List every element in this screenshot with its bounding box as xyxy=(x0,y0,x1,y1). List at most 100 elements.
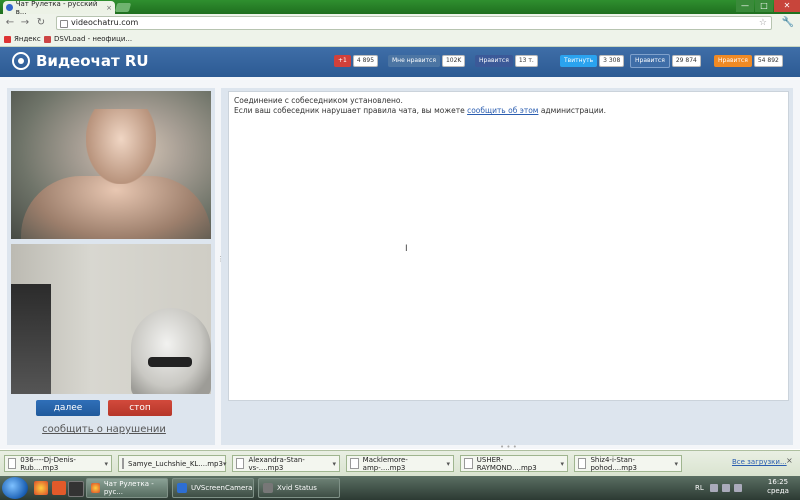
chrome-pinned-icon[interactable] xyxy=(34,481,48,495)
downloads-bar: 036----Dj-Denis-Rub....mp3 ▾ Samye_Luchsh… xyxy=(0,450,800,477)
back-arrow-icon[interactable]: ← xyxy=(4,17,16,29)
dropdown-arrow-icon[interactable]: ▾ xyxy=(104,460,108,468)
media-pinned-icon[interactable] xyxy=(52,481,66,495)
share-odnoklassniki[interactable]: Нравится 54 892 xyxy=(714,55,783,67)
volume-icon[interactable] xyxy=(733,484,742,492)
dropdown-arrow-icon[interactable]: ▾ xyxy=(674,460,678,468)
url-text: videochatru.com xyxy=(71,18,139,27)
stop-button[interactable]: стоп xyxy=(108,400,172,416)
file-icon xyxy=(122,458,124,469)
clock-time: 16:25 xyxy=(767,478,789,486)
rules-text: Если ваш собеседник нарушает правила чат… xyxy=(234,106,468,115)
download-item[interactable]: USHER-RAYMOND....mp3 ▾ xyxy=(460,455,568,472)
close-downloads-icon[interactable]: × xyxy=(786,456,793,465)
address-bar[interactable]: videochatru.com ☆ xyxy=(56,16,772,30)
new-tab-button[interactable] xyxy=(114,3,132,12)
close-window-button[interactable]: ✕ xyxy=(774,0,800,12)
dropdown-arrow-icon[interactable]: ▾ xyxy=(223,460,227,468)
taskbar: Чат Рулетка - рус... UVScreenCamera Xvid… xyxy=(0,476,800,500)
download-item[interactable]: 036----Dj-Denis-Rub....mp3 ▾ xyxy=(4,455,112,472)
reload-icon[interactable]: ↻ xyxy=(35,17,47,29)
text-cursor-icon: I xyxy=(405,244,408,254)
share-mailru[interactable]: Нравится 29 874 xyxy=(630,54,701,68)
dropdown-arrow-icon[interactable]: ▾ xyxy=(332,460,336,468)
forward-arrow-icon[interactable]: → xyxy=(19,17,31,29)
panel-splitter-icon[interactable]: ⋮ xyxy=(217,256,224,269)
share-label: Нравится xyxy=(630,54,670,68)
wrench-menu-icon[interactable]: 🔧 xyxy=(782,17,794,28)
download-name: USHER-RAYMOND....mp3 xyxy=(476,455,537,472)
taskbar-task-browser[interactable]: Чат Рулетка - рус... xyxy=(86,478,168,498)
report-admin-link[interactable]: сообщить об этом xyxy=(467,106,538,115)
file-icon xyxy=(464,458,473,469)
dropdown-arrow-icon[interactable]: ▾ xyxy=(560,460,564,468)
bookmark-label: Яндекс xyxy=(14,35,41,43)
logo-icon xyxy=(12,52,30,70)
bookmark-label: DSVLoad - неофици... xyxy=(54,35,133,43)
app-pinned-icon[interactable] xyxy=(68,481,84,497)
xvid-icon xyxy=(263,483,273,493)
download-item[interactable]: Alexandra-Stan-vs-....mp3 ▾ xyxy=(232,455,340,472)
language-indicator[interactable]: RL xyxy=(695,484,704,492)
share-label: Нравится xyxy=(714,55,752,67)
share-label: +1 xyxy=(334,55,351,67)
chat-panel: Соединение с собеседником установлено. Е… xyxy=(221,88,793,480)
next-button[interactable]: далее xyxy=(36,400,100,416)
start-button[interactable] xyxy=(2,477,28,499)
browser-tab[interactable]: Чат Рулетка - русский в... × xyxy=(3,0,115,16)
partner-video xyxy=(11,91,211,239)
share-label: Твитнуть xyxy=(560,55,598,67)
chat-message-connected: Соединение с собеседником установлено. xyxy=(234,96,403,105)
logo-text: Видеочат RU xyxy=(36,52,149,70)
minimize-button[interactable]: — xyxy=(736,0,754,12)
download-name: Shiz4-i-Stan-pohod....mp3 xyxy=(590,455,637,472)
taskbar-task-xvid[interactable]: Xvid Status xyxy=(258,478,340,498)
window-controls: — □ ✕ xyxy=(735,0,800,14)
report-violation-link[interactable]: сообщить о нарушении xyxy=(7,424,201,435)
chat-message-rules: Если ваш собеседник нарушает правила чат… xyxy=(234,106,783,116)
task-label: Чат Рулетка - рус... xyxy=(103,480,154,496)
rules-suffix: администрации. xyxy=(538,106,607,115)
bookmark-yandex[interactable]: Яндекс xyxy=(4,35,41,43)
site-favicon-icon xyxy=(6,4,13,11)
share-facebook[interactable]: Нравится 13 т. xyxy=(475,55,538,67)
own-video xyxy=(11,244,211,394)
share-label: Нравится xyxy=(475,55,513,67)
site-header: Видеочат RU +1 4 895 Мне нравится 102K Н… xyxy=(0,47,800,77)
bookmark-dsvload[interactable]: DSVLoad - неофици... xyxy=(44,35,132,43)
share-count: 102K xyxy=(441,55,466,67)
share-vk[interactable]: Мне нравится 102K xyxy=(388,55,466,67)
file-icon xyxy=(236,458,245,469)
download-name: Alexandra-Stan-vs-....mp3 xyxy=(248,455,305,472)
partner-face-shape xyxy=(86,109,156,184)
download-item[interactable]: Macklemore-amp-....mp3 ▾ xyxy=(346,455,454,472)
tab-close-icon[interactable]: × xyxy=(106,4,112,12)
own-glasses-shape xyxy=(148,357,192,367)
network-icon[interactable] xyxy=(721,484,730,492)
share-count: 3 308 xyxy=(599,55,625,67)
taskbar-task-uvscreencamera[interactable]: UVScreenCamera xyxy=(172,478,254,498)
chrome-icon xyxy=(91,483,100,493)
camera-icon xyxy=(177,483,187,493)
download-item[interactable]: Samye_Luchshie_KL....mp3 ▾ xyxy=(118,455,226,472)
system-tray: RL xyxy=(695,479,746,497)
download-name: 036----Dj-Denis-Rub....mp3 xyxy=(20,455,76,472)
share-label: Мне нравится xyxy=(388,55,440,67)
maximize-button[interactable]: □ xyxy=(755,0,773,12)
share-count: 29 874 xyxy=(671,55,701,67)
partner-body-shape xyxy=(21,176,211,239)
clock-day: среда xyxy=(767,487,789,495)
site-logo[interactable]: Видеочат RU xyxy=(12,52,149,70)
file-icon xyxy=(350,458,359,469)
bookmark-star-icon[interactable]: ☆ xyxy=(759,17,767,29)
share-twitter[interactable]: Твитнуть 3 308 xyxy=(560,55,625,67)
file-icon xyxy=(8,458,17,469)
download-item[interactable]: Shiz4-i-Stan-pohod....mp3 ▾ xyxy=(574,455,682,472)
share-google-plus[interactable]: +1 4 895 xyxy=(334,55,379,67)
clock[interactable]: 16:25 среда xyxy=(760,478,796,496)
show-all-downloads-link[interactable]: Все загрузки... xyxy=(732,458,787,466)
tray-arrow-icon[interactable] xyxy=(709,484,718,492)
dropdown-arrow-icon[interactable]: ▾ xyxy=(446,460,450,468)
share-count: 4 895 xyxy=(352,55,379,67)
own-person-shape xyxy=(131,308,211,394)
